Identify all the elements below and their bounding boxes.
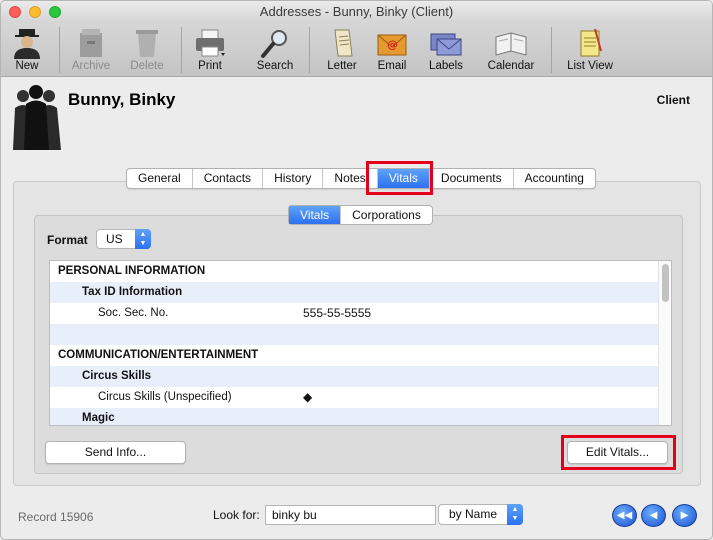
search-button[interactable]: Search bbox=[253, 23, 297, 77]
tab-documents[interactable]: Documents bbox=[430, 169, 514, 188]
list-row[interactable]: COMMUNICATION/ENTERTAINMENT bbox=[50, 345, 671, 366]
toolbar-separator bbox=[181, 27, 182, 73]
rewind-icon: ◀◀ bbox=[616, 510, 633, 521]
format-select[interactable]: US ▲ ▼ bbox=[96, 229, 151, 249]
tab-contacts[interactable]: Contacts bbox=[193, 169, 264, 188]
select-arrows-icon: ▲ ▼ bbox=[507, 504, 523, 525]
row-label: Soc. Sec. No. bbox=[98, 307, 169, 319]
tab-notes[interactable]: Notes bbox=[323, 169, 378, 188]
minimize-window-button[interactable] bbox=[29, 6, 41, 18]
list-row[interactable]: Circus Skills (Unspecified) ◆ bbox=[50, 387, 671, 408]
list-row[interactable]: Magic bbox=[50, 408, 671, 425]
format-label: Format bbox=[47, 233, 88, 247]
archive-button[interactable]: Archive bbox=[68, 23, 114, 77]
list-row[interactable] bbox=[50, 324, 671, 345]
contact-name: Bunny, Binky bbox=[68, 90, 176, 109]
format-value: US bbox=[106, 232, 123, 246]
list-row[interactable]: Tax ID Information bbox=[50, 282, 671, 303]
look-for-input[interactable] bbox=[265, 505, 436, 525]
next-icon: ▶ bbox=[680, 510, 689, 521]
contact-type: Client bbox=[656, 93, 690, 107]
row-label: Tax ID Information bbox=[82, 286, 183, 298]
toolbar-separator bbox=[59, 27, 60, 73]
main-tabs: General Contacts History Notes Vitals Do… bbox=[126, 168, 596, 189]
title-bar: Addresses - Bunny, Binky (Client) bbox=[1, 1, 712, 23]
calendar-button[interactable]: Calendar bbox=[485, 23, 537, 77]
person-hat-icon bbox=[14, 29, 40, 59]
print-button[interactable]: Print bbox=[189, 23, 231, 77]
vitals-list-scrollbar[interactable] bbox=[658, 261, 671, 425]
select-arrows-icon: ▲ ▼ bbox=[135, 229, 151, 249]
tab-history[interactable]: History bbox=[263, 169, 324, 188]
tab-vitals[interactable]: Vitals bbox=[377, 169, 430, 188]
scrollbar-thumb[interactable] bbox=[662, 264, 669, 302]
window-title: Addresses - Bunny, Binky (Client) bbox=[259, 4, 454, 19]
row-value: 555-55-5555 bbox=[303, 306, 372, 320]
next-record-button[interactable]: ▶ bbox=[672, 504, 697, 527]
letter-button[interactable]: Letter bbox=[321, 23, 363, 77]
list-row[interactable]: Circus Skills bbox=[50, 366, 671, 387]
close-window-button[interactable] bbox=[9, 6, 21, 18]
previous-record-button[interactable]: ◀ bbox=[641, 504, 666, 527]
email-button[interactable]: @ Email bbox=[371, 23, 413, 77]
send-info-button[interactable]: Send Info... bbox=[45, 441, 186, 464]
printer-icon bbox=[196, 29, 225, 57]
labels-envelopes-icon bbox=[430, 33, 462, 56]
previous-icon: ◀ bbox=[649, 510, 658, 521]
contact-group-silhouette-icon bbox=[13, 85, 61, 150]
addresses-window: Addresses - Bunny, Binky (Client) New Ar… bbox=[0, 0, 713, 540]
toolbar-separator bbox=[309, 27, 310, 73]
subtab-vitals[interactable]: Vitals bbox=[289, 206, 342, 224]
email-envelope-icon: @ bbox=[377, 34, 407, 56]
subtab-corporations[interactable]: Corporations bbox=[341, 206, 432, 224]
edit-vitals-button[interactable]: Edit Vitals... bbox=[567, 441, 668, 464]
trash-can-icon bbox=[136, 30, 158, 57]
list-row[interactable]: PERSONAL INFORMATION bbox=[50, 261, 671, 282]
row-label: PERSONAL INFORMATION bbox=[58, 265, 206, 277]
archive-box-icon bbox=[80, 29, 102, 57]
look-for-label: Look for: bbox=[213, 508, 260, 522]
letter-document-icon bbox=[334, 29, 353, 57]
row-label: COMMUNICATION/ENTERTAINMENT bbox=[58, 349, 259, 361]
toolbar: New Archive Delete Print Search Letter @… bbox=[1, 23, 712, 77]
record-number: Record 15906 bbox=[18, 510, 94, 524]
first-record-button[interactable]: ◀◀ bbox=[612, 504, 637, 527]
contact-header: Bunny, Binky Client bbox=[1, 78, 712, 158]
row-label: Circus Skills bbox=[82, 370, 152, 382]
list-view-button[interactable]: List View bbox=[561, 23, 619, 77]
delete-button[interactable]: Delete bbox=[126, 23, 168, 77]
new-button[interactable]: New bbox=[7, 23, 47, 77]
row-label: Magic bbox=[82, 412, 115, 424]
svg-text:@: @ bbox=[387, 38, 398, 51]
search-by-value: by Name bbox=[449, 507, 498, 521]
tab-accounting[interactable]: Accounting bbox=[514, 169, 595, 188]
row-value: ◆ bbox=[303, 390, 313, 404]
toolbar-separator bbox=[551, 27, 552, 73]
tab-general[interactable]: General bbox=[127, 169, 193, 188]
list-row[interactable]: Soc. Sec. No. 555-55-5555 bbox=[50, 303, 671, 324]
vitals-list: PERSONAL INFORMATION Tax ID Information So… bbox=[49, 260, 672, 426]
list-notepad-icon bbox=[580, 28, 602, 57]
zoom-window-button[interactable] bbox=[49, 6, 61, 18]
calendar-book-icon bbox=[495, 32, 527, 56]
vitals-subtabs: Vitals Corporations bbox=[288, 205, 433, 225]
labels-button[interactable]: Labels bbox=[423, 23, 469, 77]
row-label: Circus Skills (Unspecified) bbox=[98, 391, 232, 403]
magnifier-icon bbox=[261, 30, 287, 58]
search-by-select[interactable]: by Name ▲ ▼ bbox=[438, 504, 523, 525]
